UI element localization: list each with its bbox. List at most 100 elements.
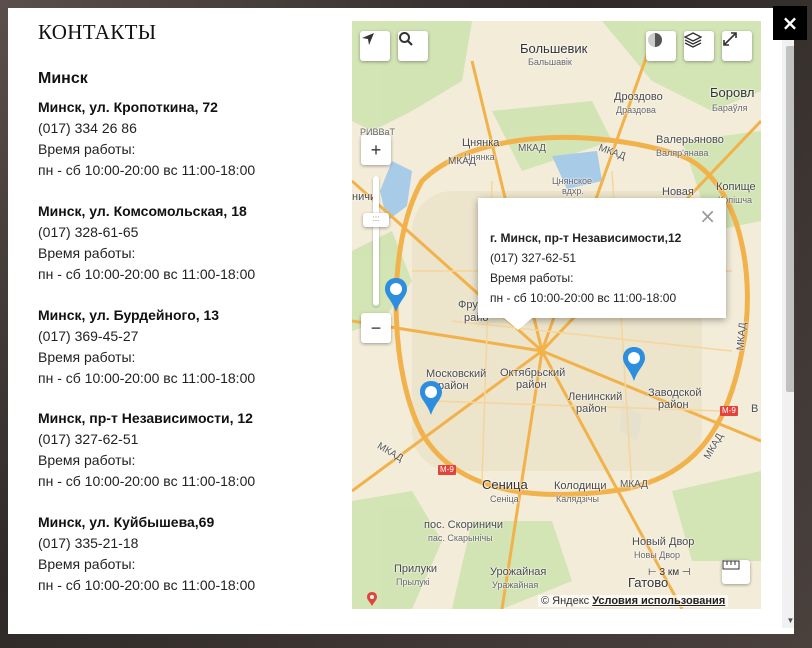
scrollbar-thumb[interactable] [786,46,794,392]
store-hours: пн - сб 10:00-20:00 вс 11:00-18:00 [38,162,256,178]
scroll-down-icon[interactable]: ▼ [782,614,794,628]
store-item: Минск, ул. Куйбышева,69 (017) 335-21-18 … [38,512,255,596]
copyright-text: © Яндекс [541,595,590,607]
store-phone[interactable]: (017) 335-21-18 [38,533,255,554]
zoom-in-button[interactable]: + [361,135,391,165]
hours-label: Время работы: [38,141,136,157]
map-label: район [516,379,547,391]
map-copyright: © Яндекс Условия использования [538,595,729,607]
map-label: В [751,403,759,415]
balloon-close-button[interactable]: × [699,206,716,226]
map-label: пас. Скарынічы [428,533,493,543]
yandex-logo-icon[interactable] [366,591,378,607]
road-label: МКАД [518,143,546,154]
store-address: Минск, ул. Кропоткина, 72 [38,99,218,115]
store-address: Минск, ул. Комсомольская, 18 [38,203,247,219]
map-scale: ⊢ 3 км ⊣ [648,567,691,578]
terms-link[interactable]: Условия использования [592,595,725,607]
route-badge: М-9 [438,465,456,475]
map-label: вдхр. [562,186,584,196]
store-hours: пн - сб 10:00-20:00 вс 11:00-18:00 [38,577,256,593]
map-pin-icon[interactable] [620,345,648,383]
map-label: Сеница [482,477,528,492]
map-label: Ленинский [568,391,623,403]
search-icon [399,32,413,46]
map-label: Новый Двор [632,536,695,548]
balloon-phone: (017) 327-62-51 [490,251,577,265]
balloon-tail [504,318,532,330]
map-pin-icon[interactable] [382,276,410,314]
map-label: Гатово [628,575,669,590]
traffic-button[interactable] [646,31,676,61]
store-hours: пн - сб 10:00-20:00 вс 11:00-18:00 [38,473,256,489]
ruler-button[interactable] [722,560,750,584]
map-label: Октябрьский [500,367,566,379]
map-label: Новая [662,186,694,198]
map-label: Колодищи [554,480,607,492]
balloon-address: г. Минск, пр-т Независимости,12 [490,231,682,245]
map-label: Сеніца [490,494,519,504]
route-badge: М-9 [720,406,738,416]
store-phone[interactable]: (017) 369-45-27 [38,326,255,347]
map-label: Дроздово [614,91,663,103]
map-label: Урожайная [490,566,547,578]
store-phone[interactable]: (017) 327-62-51 [38,429,255,450]
map-pin-icon[interactable] [417,379,445,417]
map-label: Прилуки [394,563,438,575]
balloon-hours-label: Время работы: [490,271,574,285]
store-item: Минск, ул. Бурдейного, 13 (017) 369-45-2… [38,305,255,389]
scale-label: 3 км [659,567,680,578]
map-label: Копище [716,181,756,193]
map-label: Заводской [648,387,702,399]
close-button[interactable]: × [773,6,807,40]
map-label: Новы Двор [634,550,681,560]
store-item: Минск, ул. Кропоткина, 72 (017) 334 26 8… [38,97,255,181]
hours-label: Время работы: [38,556,136,572]
map-search-button[interactable] [398,31,428,61]
store-phone[interactable]: (017) 328-61-65 [38,222,255,243]
map-label: Калядзічы [556,494,599,504]
store-item: Минск, ул. Комсомольская, 18 (017) 328-6… [38,201,255,285]
modal-scrollbar[interactable]: ▲ ▼ [782,22,794,628]
store-address: Минск, пр-т Независимости, 12 [38,410,253,426]
map-label: район [576,403,607,415]
map-label: район [658,399,689,411]
map-label: пос. Скориничи [424,519,504,531]
map-label: Драздова [616,105,656,115]
map-label: Бараўля [712,103,748,113]
geolocation-button[interactable] [360,31,390,61]
store-item: Минск, пр-т Независимости, 12 (017) 327-… [38,408,255,492]
road-label: МКАД [620,479,648,490]
zoom-out-button[interactable]: − [361,313,391,343]
layers-icon [684,32,702,48]
map-label: Боровл [710,85,755,100]
zoom-slider-handle[interactable]: ::: [363,213,389,227]
city-heading: Минск [38,70,88,87]
map-label: Уражайная [492,580,539,590]
page-title: КОНТАКТЫ [38,20,157,44]
traffic-icon [648,33,662,47]
location-arrow-icon [362,33,374,45]
store-hours: пн - сб 10:00-20:00 вс 11:00-18:00 [38,266,256,282]
map-info-balloon: × г. Минск, пр-т Независимости,12 (017) … [478,198,726,330]
map-label: Большевик [520,41,588,56]
store-hours: пн - сб 10:00-20:00 вс 11:00-18:00 [38,370,256,386]
map-label: Прылукі [396,577,430,587]
zoom-slider-track[interactable] [373,176,379,306]
layers-button[interactable] [684,31,714,61]
balloon-hours: пн - сб 10:00-20:00 вс 11:00-18:00 [490,291,677,305]
hours-label: Время работы: [38,452,136,468]
fullscreen-button[interactable] [722,31,752,61]
expand-icon [723,32,737,46]
map-label: Валяр'янава [656,148,709,158]
ruler-icon [722,560,740,570]
store-map[interactable]: Большевик Бальшавік Дроздово Драздова Бо… [352,21,761,609]
map-label: Цнянка [462,137,500,149]
road-label: МКАД [448,156,476,167]
store-address: Минск, ул. Куйбышева,69 [38,514,215,530]
contacts-modal: КОНТАКТЫ Минск Минск, ул. Кропоткина, 72… [8,8,794,634]
map-label: Валерьяново [656,134,724,146]
hours-label: Время работы: [38,245,136,261]
hours-label: Время работы: [38,349,136,365]
store-phone[interactable]: (017) 334 26 86 [38,118,255,139]
